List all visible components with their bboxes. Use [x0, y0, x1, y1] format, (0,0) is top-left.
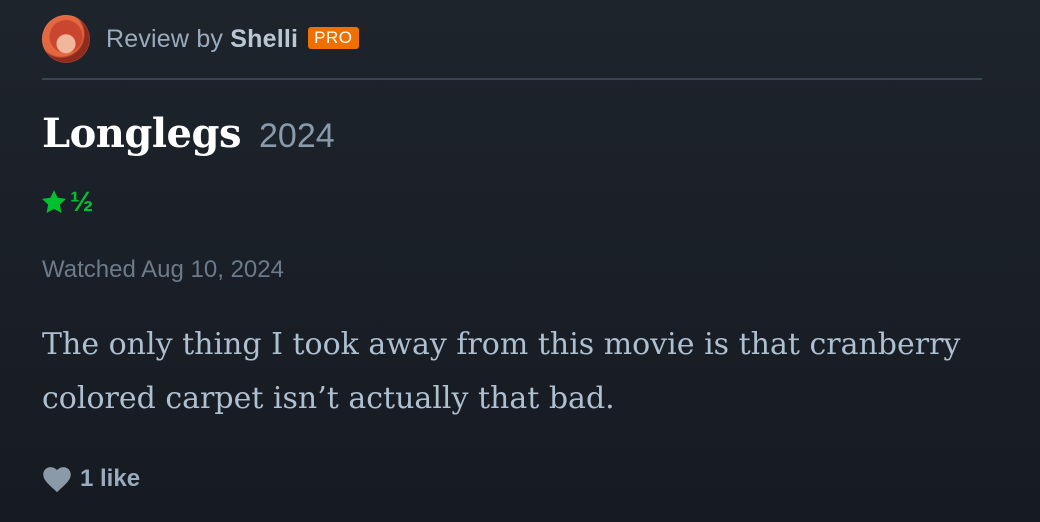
star-rating: ½: [40, 186, 93, 218]
like-section[interactable]: 1 like: [42, 462, 140, 496]
review-by-label: Review by: [106, 24, 224, 53]
review-byline: Review by Shelli: [106, 25, 298, 54]
pro-badge: PRO: [308, 27, 359, 49]
author-link[interactable]: Shelli: [230, 25, 298, 53]
heart-icon[interactable]: [42, 465, 72, 493]
film-title[interactable]: Longlegs: [42, 110, 242, 157]
watched-date[interactable]: Watched Aug 10, 2024: [42, 256, 284, 284]
half-star: ½: [70, 186, 94, 217]
divider: [42, 78, 982, 80]
like-count: 1 like: [80, 465, 141, 492]
film-heading: Longlegs 2024: [42, 110, 335, 170]
review-body: The only thing I took away from this mov…: [42, 327, 961, 416]
film-year[interactable]: 2024: [259, 117, 335, 156]
star-icon: [40, 188, 68, 216]
review-header: Review by Shelli PRO: [42, 14, 359, 64]
avatar[interactable]: [42, 15, 90, 63]
